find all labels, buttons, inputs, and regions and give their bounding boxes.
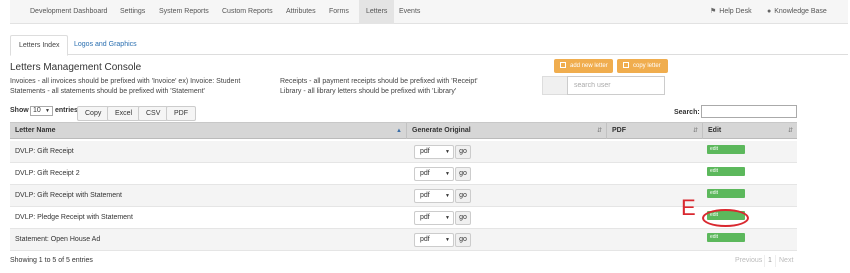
tag-icon: ⚑	[710, 8, 717, 15]
format-value: pdf	[420, 170, 430, 177]
entries-length-select[interactable]: 10 ▼	[30, 106, 53, 116]
note-invoices: Invoices - all invoices should be prefix…	[10, 78, 241, 85]
letter-name: Statement: Open House Ad	[15, 236, 101, 243]
note-receipts: Receipts - all payment receipts should b…	[280, 78, 478, 85]
letter-name: DVLP: Gift Receipt	[15, 148, 74, 155]
letters-tabs: Letters Index Logos and Graphics	[10, 35, 848, 56]
csv-export-button[interactable]: CSV	[138, 106, 169, 121]
caret-down-icon: ▼	[445, 237, 450, 243]
nav-system-reports[interactable]: System Reports	[159, 0, 209, 24]
edit-button[interactable]: edit	[707, 167, 745, 176]
help-desk-label: Help Desk	[719, 8, 752, 15]
grid-icon	[623, 62, 629, 68]
go-button[interactable]: go	[455, 189, 471, 203]
grid-icon	[560, 62, 566, 68]
apple-icon: ●	[767, 8, 772, 15]
pdf-export-button[interactable]: PDF	[166, 106, 196, 121]
search-user-addon	[542, 76, 568, 95]
copy-export-button[interactable]: Copy	[77, 106, 110, 121]
add-new-letter-button[interactable]: add new letter	[554, 59, 613, 73]
pagination-page-1[interactable]: 1	[764, 255, 776, 267]
format-select[interactable]: pdf ▼	[414, 233, 454, 247]
format-value: pdf	[420, 214, 430, 221]
annotation-letter: E	[681, 195, 696, 220]
sort-asc-icon: ▲	[396, 128, 402, 134]
column-header-pdf[interactable]: PDF ⇵	[607, 123, 703, 139]
format-select[interactable]: pdf ▼	[414, 211, 454, 225]
sort-icon: ⇵	[787, 128, 793, 134]
table-info: Showing 1 to 5 of 5 entries	[10, 257, 93, 264]
go-button[interactable]: go	[455, 167, 471, 181]
tab-letters-index[interactable]: Letters Index	[10, 35, 69, 56]
caret-down-icon: ▼	[445, 193, 450, 199]
go-button[interactable]: go	[455, 211, 471, 225]
add-new-letter-label: add new letter	[570, 63, 608, 69]
nav-development-dashboard[interactable]: Development Dashboard	[30, 0, 107, 24]
knowledge-base-label: Knowledge Base	[774, 8, 827, 15]
letter-name: DVLP: Pledge Receipt with Statement	[15, 214, 133, 221]
format-select[interactable]: pdf ▼	[414, 189, 454, 203]
show-label: Show	[10, 107, 29, 114]
copy-letter-button[interactable]: copy letter	[617, 59, 668, 73]
letter-name: DVLP: Gift Receipt 2	[15, 170, 80, 177]
column-generate-original-label: Generate Original	[412, 127, 471, 134]
page-title: Letters Management Console	[10, 62, 142, 73]
tab-logos-and-graphics[interactable]: Logos and Graphics	[66, 35, 145, 55]
nav-forms[interactable]: Forms	[329, 0, 349, 24]
edit-button[interactable]: edit	[707, 233, 745, 242]
caret-down-icon: ▼	[445, 149, 450, 155]
pagination-next[interactable]: Next	[776, 255, 796, 267]
format-value: pdf	[420, 192, 430, 199]
annotation-circle	[702, 209, 749, 227]
table-row: DVLP: Gift Receipt with Statement pdf ▼ g…	[10, 185, 797, 207]
edit-button[interactable]: edit	[707, 145, 745, 154]
nav-knowledge-base[interactable]: ● Knowledge Base	[767, 0, 827, 24]
letter-name: DVLP: Gift Receipt with Statement	[15, 192, 122, 199]
entries-value: 10	[33, 107, 41, 114]
format-value: pdf	[420, 236, 430, 243]
table-header: Letter Name ▲ Generate Original ⇵ PDF ⇵ Edi…	[10, 122, 797, 139]
format-value: pdf	[420, 148, 430, 155]
nav-settings[interactable]: Settings	[120, 0, 145, 24]
go-button[interactable]: go	[455, 233, 471, 247]
nav-help-desk[interactable]: ⚑ Help Desk	[710, 0, 752, 24]
caret-down-icon: ▼	[445, 215, 450, 221]
format-select[interactable]: pdf ▼	[414, 167, 454, 181]
nav-letters[interactable]: Letters	[359, 0, 395, 24]
nav-attributes[interactable]: Attributes	[286, 0, 316, 24]
copy-letter-label: copy letter	[633, 63, 661, 69]
pagination-previous[interactable]: Previous	[732, 255, 765, 267]
nav-events[interactable]: Events	[399, 0, 420, 24]
entries-label: entries	[55, 107, 78, 114]
nav-custom-reports[interactable]: Custom Reports	[222, 0, 273, 24]
edit-button[interactable]: edit	[707, 189, 745, 198]
note-statements: Statements - all statements should be pr…	[10, 88, 205, 95]
top-navigation: Development Dashboard Settings System Re…	[10, 0, 848, 24]
table-row: DVLP: Gift Receipt 2 pdf ▼ go edit	[10, 163, 797, 185]
format-select[interactable]: pdf ▼	[414, 145, 454, 159]
column-letter-name-label: Letter Name	[15, 127, 56, 134]
column-header-generate-original[interactable]: Generate Original ⇵	[407, 123, 607, 139]
column-pdf-label: PDF	[612, 127, 626, 134]
search-user-input[interactable]	[567, 76, 665, 95]
go-button[interactable]: go	[455, 145, 471, 159]
table-row: DVLP: Pledge Receipt with Statement pdf ▼…	[10, 207, 797, 229]
search-label: Search:	[674, 109, 700, 116]
excel-export-button[interactable]: Excel	[107, 106, 141, 121]
column-header-edit[interactable]: Edit ⇵	[703, 123, 797, 139]
column-header-letter-name[interactable]: Letter Name ▲	[10, 123, 407, 139]
note-library: Library - all library letters should be …	[280, 88, 457, 95]
sort-icon: ⇵	[692, 128, 698, 134]
caret-down-icon: ▼	[445, 171, 450, 177]
sort-icon: ⇵	[596, 128, 602, 134]
table-row: Statement: Open House Ad pdf ▼ go edit	[10, 229, 797, 251]
caret-down-icon: ▼	[45, 108, 50, 114]
table-search-input[interactable]	[701, 105, 797, 118]
table-row: DVLP: Gift Receipt pdf ▼ go edit	[10, 141, 797, 163]
column-edit-label: Edit	[708, 127, 722, 134]
